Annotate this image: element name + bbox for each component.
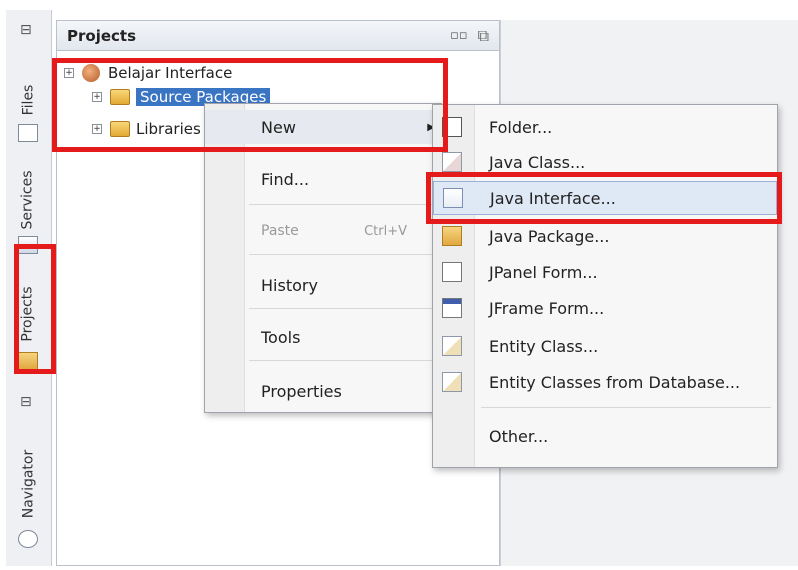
tab-navigator-label: Navigator — [20, 449, 37, 519]
menu-separator — [249, 360, 435, 361]
navigator-icon — [18, 530, 38, 548]
minimize-icon[interactable]: ▫▫ — [450, 28, 468, 43]
folder-icon — [442, 117, 462, 137]
tab-services-label: Services — [20, 170, 37, 230]
submenu-separator — [481, 407, 771, 408]
java-package-icon — [442, 226, 462, 246]
submenu-item-java-package[interactable]: Java Package... — [433, 219, 777, 253]
submenu-item-other[interactable]: Other... — [433, 419, 777, 453]
menu-item-properties[interactable]: Properties — [205, 374, 441, 408]
menu-item-find-label: Find... — [261, 169, 310, 189]
submenu-item-jpanel-form[interactable]: JPanel Form... — [433, 255, 777, 289]
tab-services[interactable]: Services — [16, 150, 40, 254]
submenu-item-java-package-label: Java Package... — [489, 226, 610, 246]
project-label: Belajar Interface — [108, 64, 233, 82]
context-menu: New ▶ Find... Paste Ctrl+V History Tools… — [204, 103, 442, 413]
jpanel-form-icon — [442, 262, 462, 282]
submenu-item-java-interface-label: Java Interface... — [490, 188, 616, 208]
panel-header: Projects ▫▫ ⧉ — [57, 21, 499, 51]
panel-title: Projects — [67, 26, 137, 45]
java-interface-icon — [443, 188, 463, 208]
submenu-item-java-interface[interactable]: Java Interface... — [433, 181, 777, 215]
expand-icon[interactable]: + — [92, 92, 102, 102]
menu-item-history[interactable]: History — [205, 268, 441, 302]
submenu-item-other-label: Other... — [489, 426, 549, 446]
submenu-item-jframe-form-label: JFrame Form... — [489, 298, 605, 318]
entity-class-icon — [442, 336, 462, 356]
menu-item-tools-label: Tools — [261, 327, 301, 347]
menu-separator — [249, 150, 435, 151]
tree-node-project[interactable]: + Belajar Interface — [64, 62, 232, 84]
tab-files-label: Files — [20, 84, 37, 116]
pin-icon[interactable]: ⊟ — [20, 22, 32, 38]
submenu-item-entity-database-label: Entity Classes from Database... — [489, 372, 741, 392]
side-tab-strip: ⊟ Files Services Projects ⊟ Navigator — [6, 10, 52, 566]
submenu-item-folder-label: Folder... — [489, 117, 553, 137]
submenu-item-entity-class-label: Entity Class... — [489, 336, 599, 356]
menu-item-paste[interactable]: Paste Ctrl+V — [205, 214, 441, 248]
menu-item-paste-label: Paste — [261, 223, 299, 239]
menu-item-history-label: History — [261, 275, 318, 295]
submenu-item-entity-classes-from-database[interactable]: Entity Classes from Database... — [433, 365, 777, 399]
tree-node-libraries[interactable]: + Libraries — [92, 118, 201, 140]
submenu-item-jframe-form[interactable]: JFrame Form... — [433, 291, 777, 325]
menu-separator — [249, 204, 435, 205]
tab-projects-label: Projects — [20, 286, 37, 342]
library-folder-icon — [110, 121, 130, 137]
paste-shortcut: Ctrl+V — [364, 223, 407, 239]
tab-projects[interactable]: Projects — [16, 262, 40, 370]
menu-separator — [249, 308, 435, 309]
entity-database-icon — [442, 372, 462, 392]
submenu-item-folder[interactable]: Folder... — [433, 110, 777, 144]
submenu-item-java-class-label: Java Class... — [489, 152, 586, 172]
expand-icon[interactable]: + — [64, 68, 74, 78]
navigator-pin-icon[interactable]: ⊟ — [20, 394, 32, 410]
expand-icon[interactable]: + — [92, 124, 102, 134]
menu-gutter — [205, 104, 245, 412]
tab-files[interactable]: Files — [16, 60, 40, 142]
restore-window-icon[interactable]: ⧉ — [478, 26, 489, 46]
menu-item-new[interactable]: New ▶ — [205, 110, 441, 144]
java-project-icon — [82, 64, 100, 82]
package-folder-icon — [110, 89, 130, 105]
submenu-item-jpanel-form-label: JPanel Form... — [489, 262, 598, 282]
services-icon — [18, 236, 38, 254]
menu-item-properties-label: Properties — [261, 381, 342, 401]
submenu-item-java-class[interactable]: Java Class... — [433, 145, 777, 179]
projects-icon — [18, 352, 38, 370]
menu-item-find[interactable]: Find... — [205, 162, 441, 196]
tab-navigator[interactable]: Navigator — [16, 424, 40, 548]
new-submenu: Folder... Java Class... Java Interface..… — [432, 104, 778, 468]
menu-item-tools[interactable]: Tools — [205, 320, 441, 354]
jframe-form-icon — [442, 298, 462, 318]
java-class-icon — [442, 152, 462, 172]
files-icon — [18, 124, 38, 142]
libraries-label: Libraries — [136, 120, 201, 138]
menu-separator — [249, 254, 435, 255]
submenu-item-entity-class[interactable]: Entity Class... — [433, 329, 777, 363]
menu-item-new-label: New — [261, 117, 296, 137]
